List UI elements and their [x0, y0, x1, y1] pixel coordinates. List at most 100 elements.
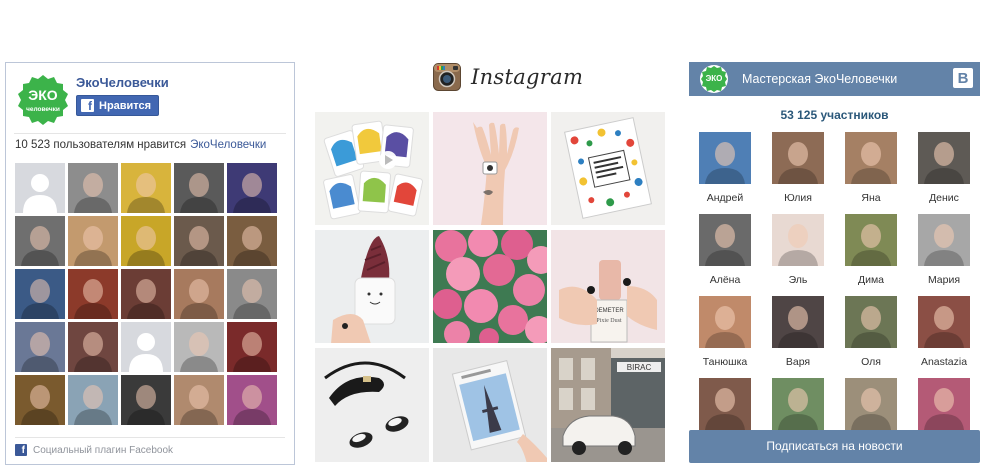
- member-name[interactable]: Юлия: [772, 192, 824, 204]
- friend-avatar[interactable]: [174, 163, 224, 213]
- notebook-photo[interactable]: [551, 112, 665, 225]
- member-avatar[interactable]: [772, 132, 824, 184]
- friend-avatar[interactable]: [227, 322, 277, 372]
- svg-text:ЭКО: ЭКО: [28, 87, 58, 103]
- colorful-cards-photo[interactable]: [315, 112, 429, 225]
- member-name[interactable]: Яна: [845, 192, 897, 204]
- svg-text:BIRAC: BIRAC: [627, 363, 652, 372]
- hand-with-ring-photo[interactable]: [433, 112, 547, 225]
- like-button[interactable]: f Нравится: [76, 95, 160, 116]
- vk-member[interactable]: Юлия: [772, 132, 824, 204]
- member-name[interactable]: Варя: [772, 356, 824, 368]
- friend-avatar[interactable]: [174, 269, 224, 319]
- member-avatar[interactable]: [699, 296, 751, 348]
- vk-member[interactable]: Андрей: [699, 132, 751, 204]
- member-avatar[interactable]: [699, 378, 751, 430]
- friend-avatar[interactable]: [121, 216, 171, 266]
- vk-member[interactable]: Варя: [772, 296, 824, 368]
- friend-avatar[interactable]: [15, 216, 65, 266]
- vk-members-grid: Андрей Юлия Яна Денис Алёна Эль Дима Мария Танюш…: [699, 132, 970, 450]
- friend-avatar[interactable]: [68, 375, 118, 425]
- member-avatar[interactable]: [699, 132, 751, 184]
- member-name[interactable]: Алёна: [699, 274, 751, 286]
- like-count-page-link[interactable]: ЭкоЧеловечки: [190, 139, 266, 151]
- friend-avatar[interactable]: [68, 163, 118, 213]
- member-avatar[interactable]: [845, 296, 897, 348]
- vk-logo-text: ЭКО: [706, 74, 723, 83]
- vk-members-count[interactable]: 53 125 участников: [689, 108, 980, 122]
- street-car-photo[interactable]: BIRAC: [551, 348, 665, 462]
- member-avatar[interactable]: [918, 296, 970, 348]
- subscribe-button[interactable]: Подписаться на новости: [689, 430, 980, 463]
- member-name[interactable]: Эль: [772, 274, 824, 286]
- page-name-link[interactable]: ЭкоЧеловечки: [76, 75, 169, 90]
- member-name[interactable]: Оля: [845, 356, 897, 368]
- vk-icon[interactable]: B: [953, 68, 973, 88]
- friend-avatar[interactable]: [15, 375, 65, 425]
- friend-avatar[interactable]: [227, 216, 277, 266]
- instagram-camera-icon[interactable]: [433, 63, 461, 91]
- bag-and-shoes-photo[interactable]: [315, 348, 429, 462]
- divider: [14, 133, 286, 134]
- friend-avatar[interactable]: [121, 375, 171, 425]
- vk-group-title[interactable]: Мастерская ЭкоЧеловечки: [742, 72, 897, 86]
- vk-member[interactable]: Эль: [772, 214, 824, 286]
- plant-cone-photo[interactable]: [315, 230, 429, 343]
- member-avatar[interactable]: [772, 214, 824, 266]
- friend-avatar[interactable]: [174, 216, 224, 266]
- friend-avatar[interactable]: [15, 163, 65, 213]
- member-name[interactable]: Андрей: [699, 192, 751, 204]
- facebook-f-icon: f: [81, 99, 94, 113]
- vk-member[interactable]: Денис: [918, 132, 970, 204]
- instagram-wordmark[interactable]: Instagram: [471, 65, 583, 89]
- member-avatar[interactable]: [845, 378, 897, 430]
- friend-avatar[interactable]: [174, 322, 224, 372]
- member-avatar[interactable]: [845, 214, 897, 266]
- footer-label[interactable]: Социальный плагин Facebook: [33, 445, 173, 456]
- vk-member[interactable]: Яна: [845, 132, 897, 204]
- ecochelovechki-logo-small[interactable]: ЭКО: [699, 64, 729, 94]
- vk-member[interactable]: Дима: [845, 214, 897, 286]
- vk-member[interactable]: Мария: [918, 214, 970, 286]
- member-name[interactable]: Anastazia: [918, 356, 970, 368]
- vk-community-widget: ЭКО Мастерская ЭкоЧеловечки B 53 125 уча…: [689, 62, 980, 465]
- member-avatar[interactable]: [772, 296, 824, 348]
- vk-member[interactable]: Танюшка: [699, 296, 751, 368]
- friend-avatar[interactable]: [68, 269, 118, 319]
- member-avatar[interactable]: [699, 214, 751, 266]
- member-name[interactable]: Мария: [918, 274, 970, 286]
- vk-widget-header: ЭКО Мастерская ЭкоЧеловечки B: [689, 62, 980, 96]
- facebook-icon: f: [15, 444, 27, 456]
- member-avatar[interactable]: [918, 214, 970, 266]
- friend-avatar[interactable]: [227, 163, 277, 213]
- perfume-bottle-photo[interactable]: DEMETER Pixie Dust: [551, 230, 665, 343]
- vk-member[interactable]: Алёна: [699, 214, 751, 286]
- vk-member[interactable]: Оля: [845, 296, 897, 368]
- member-avatar[interactable]: [918, 132, 970, 184]
- friend-avatar[interactable]: [227, 375, 277, 425]
- like-count: 10 523 пользователям нравится ЭкоЧеловечк…: [15, 139, 266, 151]
- friend-avatar[interactable]: [174, 375, 224, 425]
- like-count-text: 10 523 пользователям нравится: [15, 139, 187, 151]
- friend-avatar[interactable]: [121, 269, 171, 319]
- facebook-page-plugin: ЭКО человечки ЭкоЧеловечки f Нравится 10…: [5, 62, 295, 465]
- member-name[interactable]: Танюшка: [699, 356, 751, 368]
- friend-avatar[interactable]: [121, 322, 171, 372]
- instagram-photo-grid: DEMETER Pixie Dust BIRAC: [315, 112, 665, 462]
- pink-peonies-photo[interactable]: [433, 230, 547, 343]
- paris-book-photo[interactable]: [433, 348, 547, 462]
- like-button-label: Нравится: [99, 99, 152, 112]
- friend-avatar[interactable]: [15, 322, 65, 372]
- friend-avatar[interactable]: [68, 216, 118, 266]
- member-name[interactable]: Дима: [845, 274, 897, 286]
- member-avatar[interactable]: [772, 378, 824, 430]
- friend-avatar[interactable]: [68, 322, 118, 372]
- ecochelovechki-logo[interactable]: ЭКО человечки: [16, 73, 70, 127]
- friend-avatar[interactable]: [227, 269, 277, 319]
- member-name[interactable]: Денис: [918, 192, 970, 204]
- member-avatar[interactable]: [918, 378, 970, 430]
- member-avatar[interactable]: [845, 132, 897, 184]
- friend-avatar[interactable]: [121, 163, 171, 213]
- vk-member[interactable]: Anastazia: [918, 296, 970, 368]
- friend-avatar[interactable]: [15, 269, 65, 319]
